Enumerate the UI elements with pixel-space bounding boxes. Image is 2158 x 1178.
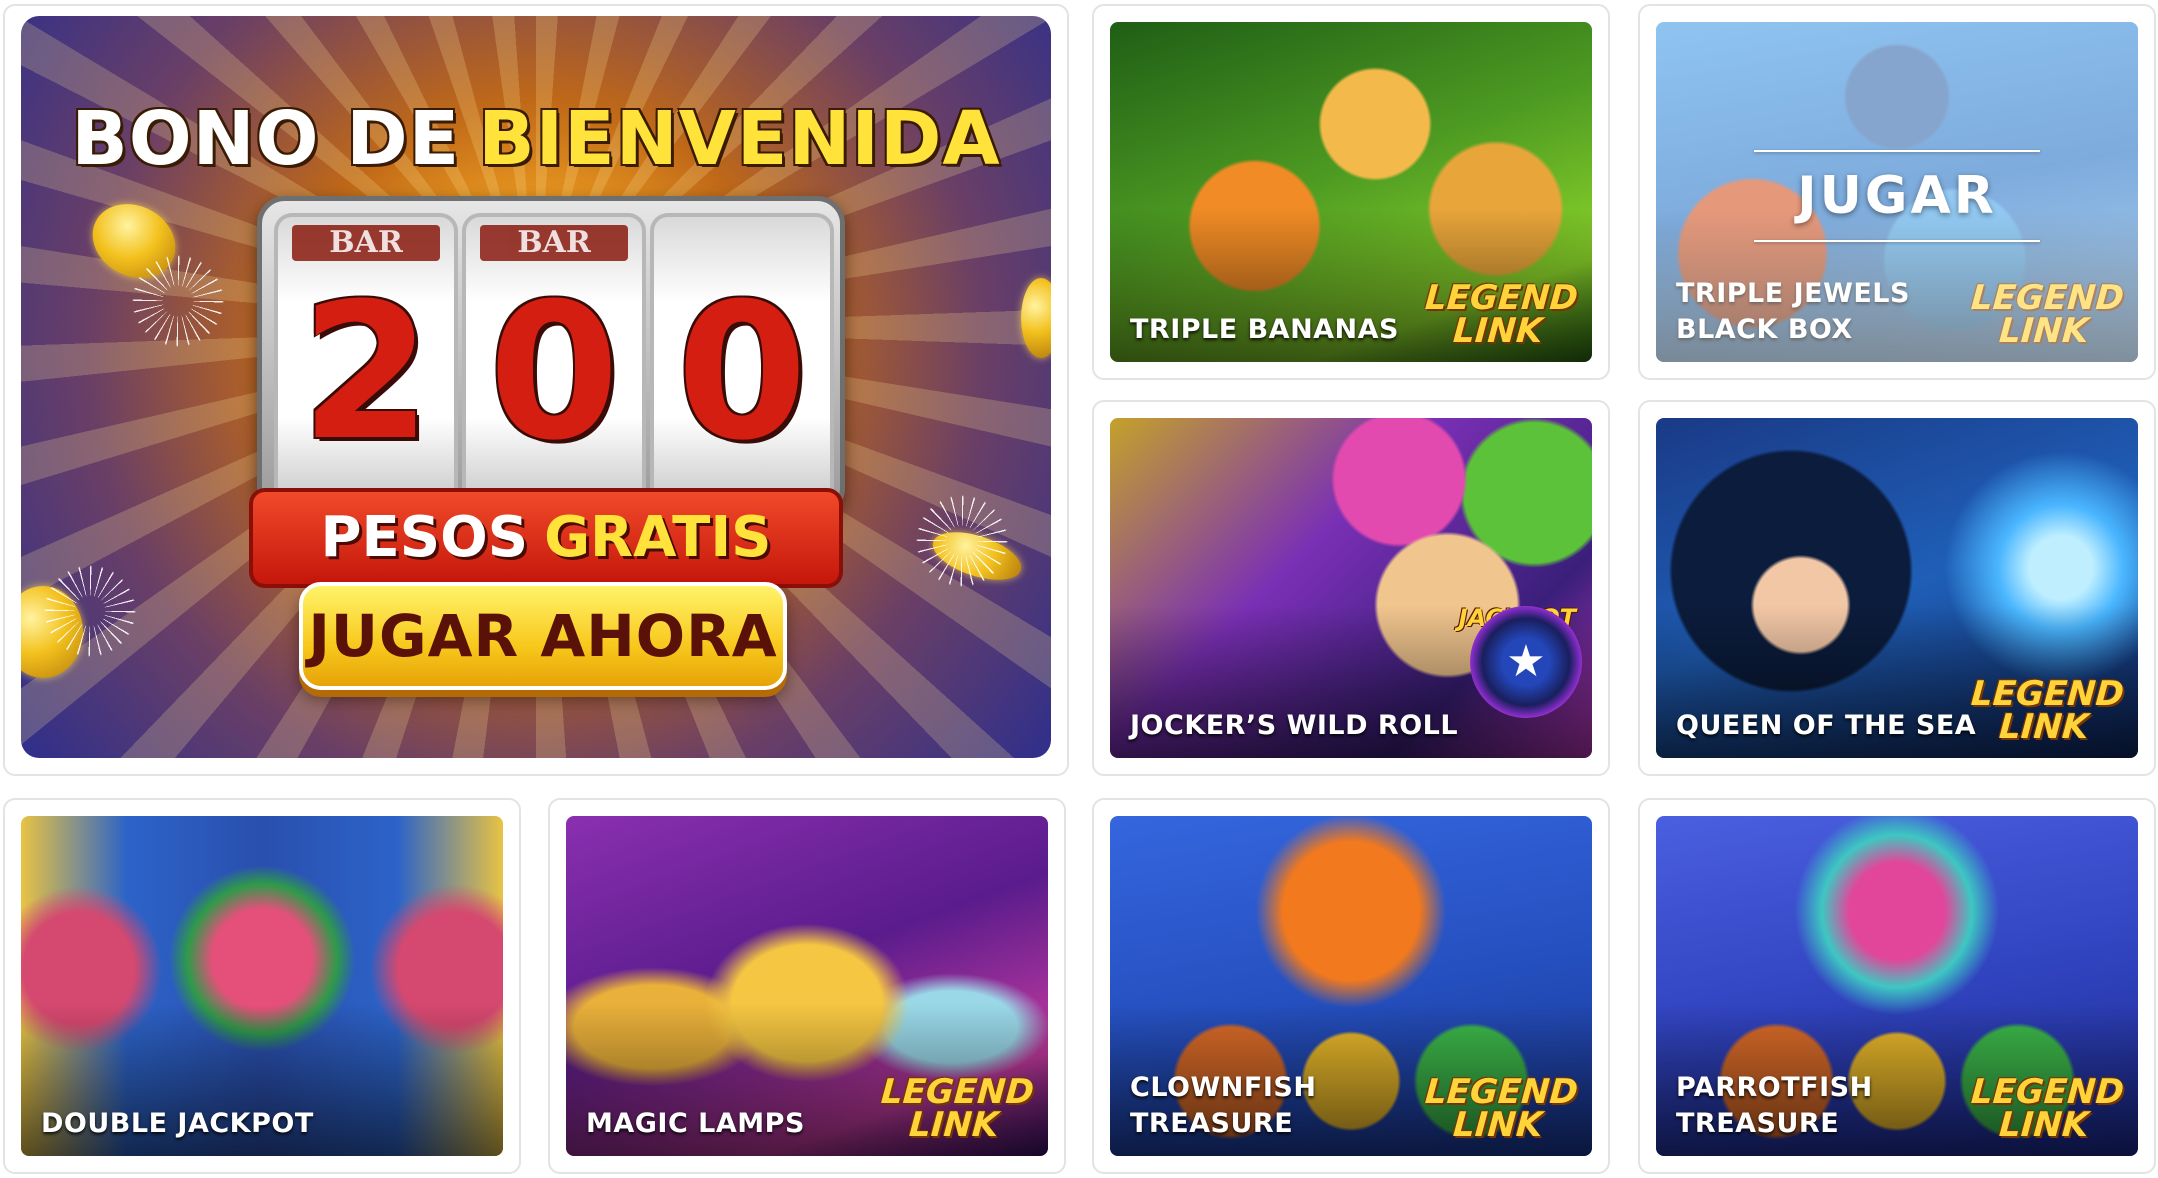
game-title: QUEEN OF THE SEA <box>1676 710 1977 741</box>
free-pesos-ribbon: PESOS GRATIS <box>249 488 843 588</box>
reel-digit: 0 <box>676 263 808 482</box>
welcome-bonus-banner[interactable]: BONO DE BIENVENIDA BAR 2 BAR 0 0 PESOS GRA… <box>21 16 1051 758</box>
legend-link-badge: LEGEND LINK <box>1423 1072 1580 1145</box>
game-thumbnail-triple-bananas[interactable]: TRIPLE BANANAS LEGEND LINK <box>1110 22 1592 362</box>
game-thumbnail-jockers-wild-roll[interactable]: JOCKER’S WILD ROLL JACKPOT ★ <box>1110 418 1592 758</box>
game-title: JOCKER’S WILD ROLL <box>1130 710 1459 741</box>
reel-bar-symbol: BAR <box>480 225 628 261</box>
reel-bar-symbol: BAR <box>292 225 440 261</box>
firework-spark-icon <box>25 546 155 676</box>
game-card: JOCKER’S WILD ROLL JACKPOT ★ <box>1092 400 1610 776</box>
game-thumbnail-parrotfish-treasure[interactable]: PARROTFISH TREASURE LEGEND LINK <box>1656 816 2138 1156</box>
game-title: TRIPLE BANANAS <box>1130 314 1399 345</box>
reel-digit: 0 <box>488 263 620 482</box>
game-title: DOUBLE JACKPOT <box>41 1108 314 1139</box>
headline-yellow: BIENVENIDA <box>478 96 1001 182</box>
jackpot-star-icon: ★ <box>1470 606 1582 718</box>
play-now-button[interactable]: JUGAR AHORA <box>299 582 787 690</box>
game-thumbnail-clownfish-treasure[interactable]: CLOWNFISH TREASURE LEGEND LINK <box>1110 816 1592 1156</box>
play-label: JUGAR <box>1797 166 1997 226</box>
firework-spark-icon <box>113 236 243 366</box>
play-game-button[interactable]: JUGAR <box>1656 150 2138 242</box>
game-thumbnail-triple-jewels-black-box[interactable]: TRIPLE JEWELS BLACK BOX LEGEND LINK JUGA… <box>1656 22 2138 362</box>
gratis-text: GRATIS <box>544 505 772 570</box>
divider <box>1754 240 2040 242</box>
welcome-bonus-card: BONO DE BIENVENIDA BAR 2 BAR 0 0 PESOS GRA… <box>3 4 1069 776</box>
legend-link-badge: LEGEND LINK <box>1423 278 1580 351</box>
legend-link-badge: LEGEND LINK <box>1969 1072 2126 1145</box>
headline-white: BONO DE <box>71 96 461 182</box>
legend-link-badge: LEGEND LINK <box>1969 674 2126 747</box>
slot-reel: BAR 2 <box>274 213 458 507</box>
game-card: MAGIC LAMPS LEGEND LINK <box>548 798 1066 1174</box>
divider <box>1754 150 2040 152</box>
game-thumbnail-magic-lamps[interactable]: MAGIC LAMPS LEGEND LINK <box>566 816 1048 1156</box>
game-thumbnail-queen-of-the-sea[interactable]: QUEEN OF THE SEA LEGEND LINK <box>1656 418 2138 758</box>
game-title: MAGIC LAMPS <box>586 1108 805 1139</box>
firework-spark-icon <box>897 476 1027 606</box>
slot-reel: BAR 0 <box>462 213 646 507</box>
reel-digit: 2 <box>300 263 432 482</box>
pesos-text: PESOS <box>320 505 529 570</box>
slot-machine-graphic: BAR 2 BAR 0 0 <box>257 196 845 516</box>
game-card: DOUBLE JACKPOT <box>3 798 521 1174</box>
legend-link-badge: LEGEND LINK <box>879 1072 1036 1145</box>
game-card: CLOWNFISH TREASURE LEGEND LINK <box>1092 798 1610 1174</box>
slot-reel: 0 <box>650 213 834 507</box>
game-card: TRIPLE BANANAS LEGEND LINK <box>1092 4 1610 380</box>
game-title: CLOWNFISH TREASURE <box>1130 1072 1317 1139</box>
game-card: PARROTFISH TREASURE LEGEND LINK <box>1638 798 2156 1174</box>
game-title: PARROTFISH TREASURE <box>1676 1072 1873 1139</box>
game-card: QUEEN OF THE SEA LEGEND LINK <box>1638 400 2156 776</box>
game-card: TRIPLE JEWELS BLACK BOX LEGEND LINK JUGA… <box>1638 4 2156 380</box>
bonus-headline: BONO DE BIENVENIDA <box>21 96 1051 182</box>
game-thumbnail-double-jackpot[interactable]: DOUBLE JACKPOT <box>21 816 503 1156</box>
